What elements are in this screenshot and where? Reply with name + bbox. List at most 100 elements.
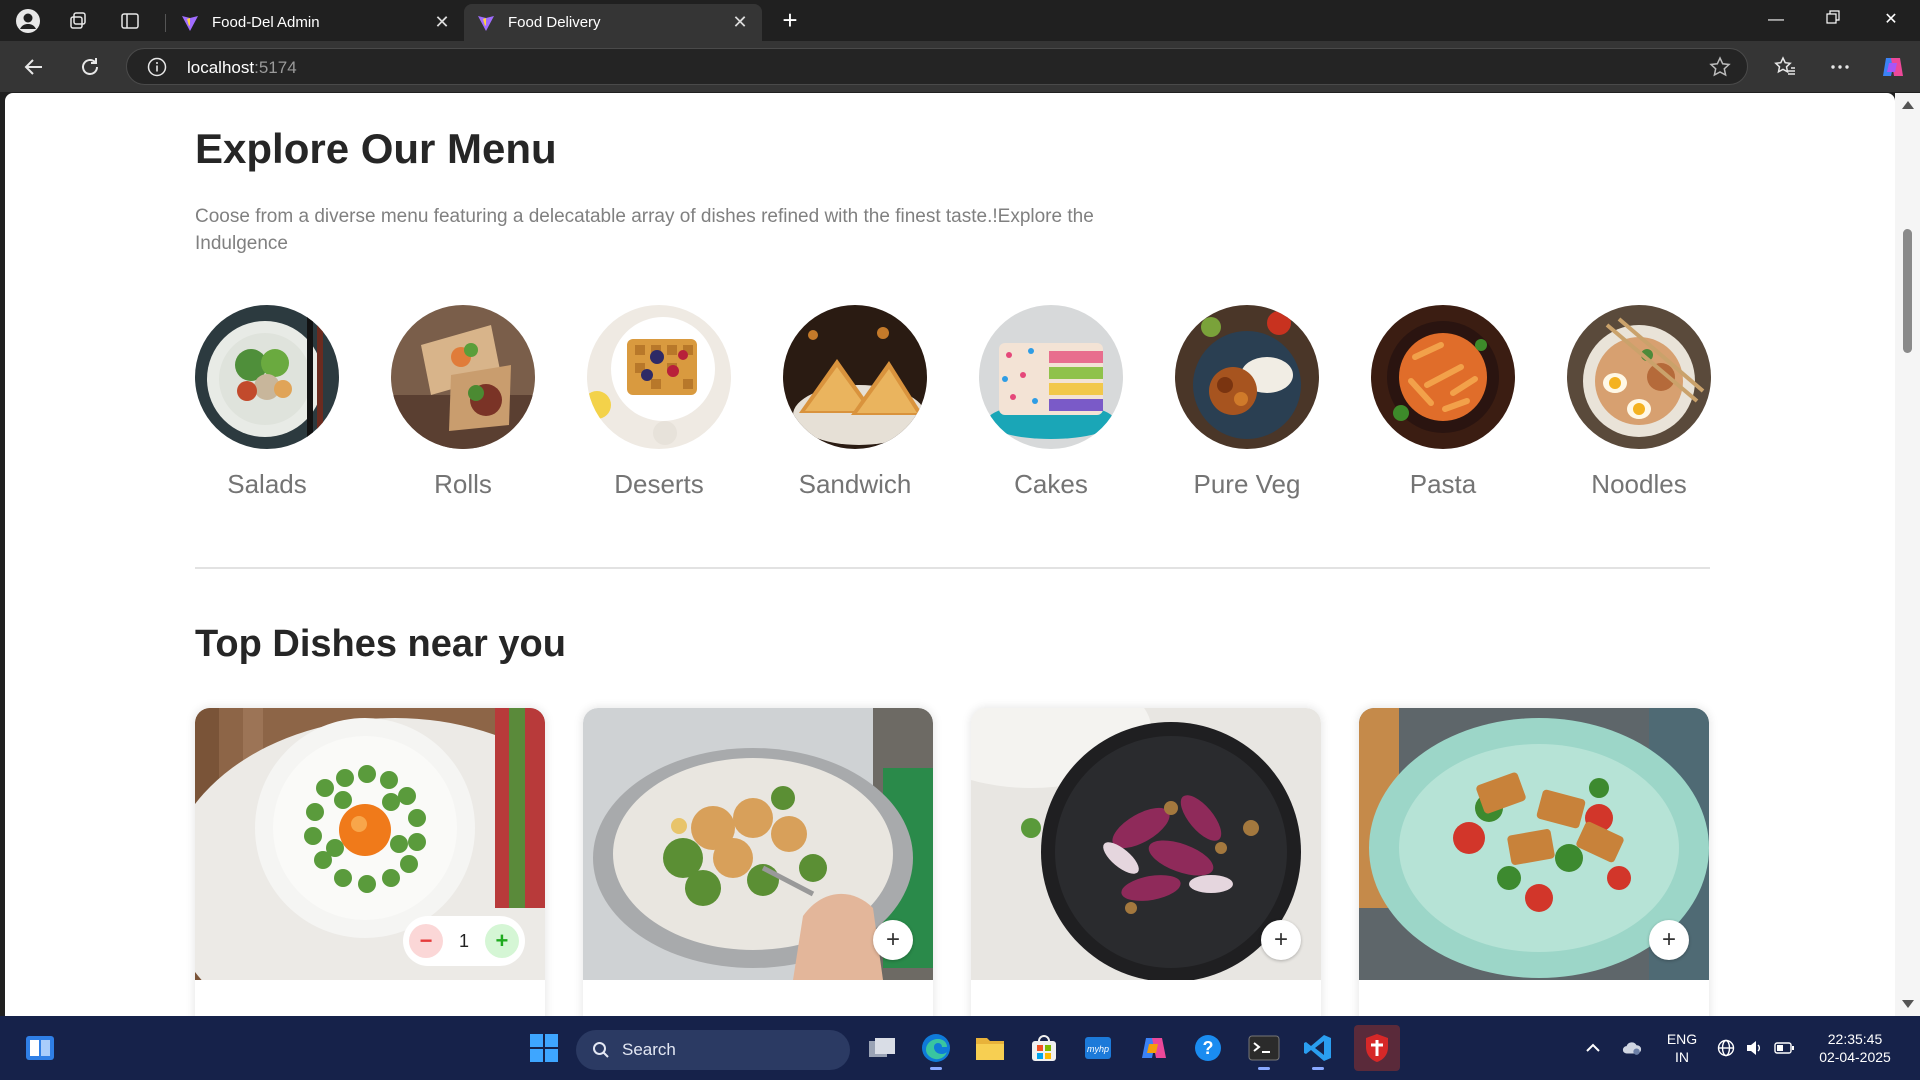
copilot-app-icon[interactable] [1134,1028,1174,1068]
language-indicator[interactable]: ENG IN [1662,1030,1702,1066]
section-divider [195,567,1710,569]
clock[interactable]: 22:35:45 02-04-2025 [1812,1030,1898,1066]
network-globe-icon[interactable] [1716,1038,1736,1058]
dish-card[interactable]: + [1359,708,1709,1016]
url-host: localhost [187,58,255,77]
refresh-icon[interactable] [76,53,104,81]
increase-quantity-button[interactable]: + [484,924,519,958]
greek-salad-image: + [583,708,933,980]
category-label: Rolls [434,469,492,499]
category-label: Salads [227,469,307,499]
category-noodles[interactable]: Noodles [1567,305,1711,500]
asparagus-egg-salad-image: − 1 + [195,708,545,980]
close-window-icon[interactable]: ✕ [1877,8,1905,32]
active-app-indicator [1258,1067,1270,1070]
tab-food-del-admin[interactable]: Food-Del Admin ✕ [168,4,464,41]
scroll-up-arrow-icon[interactable] [1902,101,1914,109]
category-sandwich[interactable]: Sandwich [783,305,927,500]
vertical-tabs-icon[interactable] [116,7,144,35]
decrease-quantity-button[interactable]: − [409,924,443,958]
close-tab-icon[interactable]: ✕ [432,12,452,33]
quantity-value: 1 [458,930,469,951]
browser-tab-strip: Food-Del Admin ✕ Food Delivery ✕ + — ✕ [0,0,1920,41]
onedrive-icon[interactable] [1622,1038,1642,1058]
task-view-icon[interactable] [862,1028,902,1068]
browser-toolbar: localhost:5174 [0,41,1920,92]
tab-title: Food Delivery [508,14,601,31]
search-placeholder: Search [622,1040,676,1059]
cakes-image [979,305,1123,449]
more-options-icon[interactable] [1826,53,1854,81]
pure-veg-image [1175,305,1319,449]
edge-browser-icon[interactable] [916,1028,956,1070]
active-app-indicator [930,1067,942,1070]
category-cakes[interactable]: Cakes [979,305,1123,500]
favorites-icon[interactable] [1771,53,1799,81]
security-app-icon[interactable] [1354,1025,1400,1071]
dish-card[interactable]: − 1 + [195,708,545,1016]
endive-salad-image: + [971,708,1321,980]
vscode-icon[interactable] [1298,1028,1338,1070]
salad-image [195,305,339,449]
tab-food-delivery[interactable]: Food Delivery ✕ [464,4,762,41]
favorite-star-icon[interactable] [1709,56,1731,83]
widgets-icon[interactable] [20,1028,60,1068]
category-pure-veg[interactable]: Pure Veg [1175,305,1319,500]
quantity-stepper: − 1 + [403,916,525,966]
dish-card[interactable]: + [971,708,1321,1016]
url-text: localhost:5174 [187,58,297,78]
category-list: Salads Rolls Deserts Sandwich Cakes Pure… [195,305,1711,505]
region-code: IN [1675,1049,1689,1065]
clock-time: 22:35:45 [1827,1031,1883,1047]
url-port: :5174 [254,58,297,77]
noodles-image [1567,305,1711,449]
back-arrow-icon[interactable] [20,53,48,81]
battery-icon[interactable] [1774,1038,1794,1058]
sandwich-image [783,305,927,449]
show-hidden-icons-chevron-up-icon[interactable] [1583,1038,1603,1058]
workspaces-icon[interactable] [64,7,92,35]
explore-menu-description: Coose from a diverse menu featuring a de… [195,206,1094,254]
new-tab-button[interactable]: + [776,6,804,34]
halloumi-salad-image: + [1359,708,1709,980]
top-dishes-heading: Top Dishes near you [195,623,566,665]
search-icon [593,1042,609,1058]
windows-start-icon[interactable] [524,1028,564,1068]
category-label: Pure Veg [1193,469,1301,499]
explore-menu-heading: Explore Our Menu [195,125,557,172]
active-app-indicator [1312,1067,1324,1070]
address-bar[interactable]: localhost:5174 [126,48,1748,85]
close-tab-icon[interactable]: ✕ [730,12,750,33]
category-label: Cakes [1014,469,1088,499]
tab-separator [165,14,166,32]
terminal-icon[interactable] [1244,1028,1284,1070]
category-label: Sandwich [798,469,912,499]
category-label: Deserts [614,469,704,499]
help-icon[interactable]: ? [1188,1028,1228,1068]
profile-icon[interactable] [14,7,42,35]
svg-text:myhp: myhp [1087,1044,1109,1054]
copilot-icon[interactable] [1879,53,1907,81]
category-salads[interactable]: Salads [195,305,339,500]
category-pasta[interactable]: Pasta [1371,305,1515,500]
add-to-cart-button[interactable]: + [1261,920,1301,960]
category-deserts[interactable]: Deserts [587,305,731,500]
dish-card[interactable]: + [583,708,933,1016]
page-scrollbar[interactable] [1895,93,1920,1016]
language-code: ENG [1666,1031,1698,1047]
add-to-cart-button[interactable]: + [873,920,913,960]
site-info-icon[interactable] [147,57,167,82]
scrollbar-thumb[interactable] [1903,229,1912,353]
myhp-icon[interactable]: myhp [1078,1028,1118,1068]
restore-icon[interactable] [1819,8,1847,32]
add-to-cart-button[interactable]: + [1649,920,1689,960]
scroll-down-arrow-icon[interactable] [1902,1000,1914,1008]
volume-icon[interactable] [1744,1038,1764,1058]
pasta-image [1371,305,1515,449]
category-rolls[interactable]: Rolls [391,305,535,500]
file-explorer-icon[interactable] [970,1028,1010,1068]
category-label: Pasta [1409,469,1477,499]
microsoft-store-icon[interactable] [1024,1028,1064,1068]
taskbar-search-box[interactable]: Search [576,1030,850,1070]
minimize-icon[interactable]: — [1762,8,1790,32]
